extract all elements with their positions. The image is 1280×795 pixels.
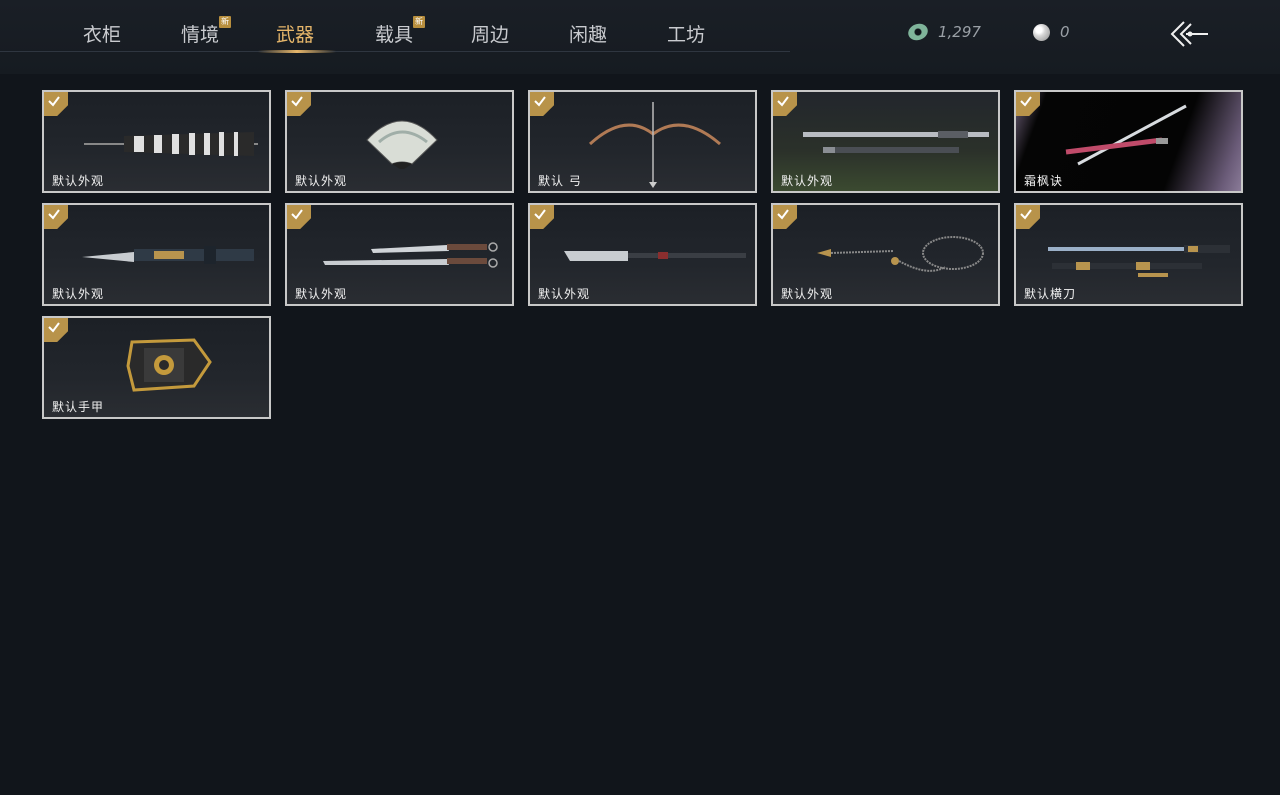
weapon-card[interactable]: 默认外观	[42, 90, 271, 193]
weapon-card[interactable]: 默认 弓	[528, 90, 757, 193]
tab-label: 周边	[471, 24, 510, 46]
new-badge: 新	[413, 16, 426, 28]
pearl-currency: 0	[1033, 22, 1070, 42]
tab-weapons[interactable]: 武器	[276, 20, 314, 52]
weapon-card[interactable]: 默认外观	[528, 203, 757, 306]
check-icon	[291, 209, 303, 220]
tab-label: 武器	[276, 24, 315, 46]
weapon-card[interactable]: 默认横刀	[1014, 203, 1243, 306]
check-icon	[291, 96, 303, 107]
weapon-card[interactable]: 默认外观	[771, 203, 1000, 306]
tab-mounts[interactable]: 载具新	[375, 16, 426, 52]
category-tabs: 衣柜 情境新 武器 载具新 周边 闲趣 工坊	[0, 0, 790, 53]
tab-label: 情境	[181, 24, 220, 46]
check-icon	[777, 209, 789, 220]
jade-currency: 1,297	[905, 21, 981, 43]
top-bar: 衣柜 情境新 武器 载具新 周边 闲趣 工坊 1,297 0	[0, 0, 1280, 74]
tab-label: 工坊	[667, 24, 706, 46]
check-icon	[48, 322, 60, 333]
tab-label: 衣柜	[83, 24, 122, 46]
back-arrow-icon	[1170, 21, 1208, 47]
tab-accessories[interactable]: 周边	[471, 20, 509, 52]
item-label: 默认外观	[295, 287, 348, 301]
active-tab-indicator	[258, 50, 336, 53]
tab-leisure[interactable]: 闲趣	[569, 20, 607, 52]
back-button[interactable]	[1166, 18, 1210, 50]
item-label: 默认 弓	[538, 174, 582, 188]
weapon-card[interactable]: 默认手甲	[42, 316, 271, 419]
weapon-card[interactable]: 霜枫诀	[1014, 90, 1243, 193]
item-label: 默认手甲	[52, 400, 105, 414]
tab-label: 闲趣	[569, 24, 608, 46]
tab-wardrobe[interactable]: 衣柜	[83, 20, 121, 52]
weapon-card[interactable]: 默认外观	[42, 203, 271, 306]
item-label: 默认横刀	[1024, 287, 1077, 301]
item-label: 默认外观	[781, 287, 834, 301]
check-icon	[48, 209, 60, 220]
check-icon	[534, 96, 546, 107]
item-label: 默认外观	[52, 287, 105, 301]
jade-coin-icon	[905, 21, 931, 43]
weapon-card[interactable]: 默认外观	[285, 90, 514, 193]
check-icon	[534, 209, 546, 220]
weapon-card[interactable]: 默认外观	[285, 203, 514, 306]
new-badge: 新	[219, 16, 232, 28]
pearl-amount: 0	[1060, 23, 1070, 41]
check-icon	[1020, 96, 1032, 107]
pearl-icon	[1033, 23, 1050, 41]
weapon-card[interactable]: 默认外观	[771, 90, 1000, 193]
tab-workshop[interactable]: 工坊	[667, 20, 705, 52]
item-label: 默认外观	[781, 174, 834, 188]
item-label: 默认外观	[538, 287, 591, 301]
item-label: 默认外观	[295, 174, 348, 188]
jade-amount: 1,297	[938, 23, 981, 41]
item-label: 默认外观	[52, 174, 105, 188]
check-icon	[777, 96, 789, 107]
check-icon	[48, 96, 60, 107]
item-label: 霜枫诀	[1024, 174, 1064, 188]
tab-label: 载具	[375, 24, 414, 46]
tab-scene[interactable]: 情境新	[181, 16, 232, 52]
check-icon	[1020, 209, 1032, 220]
